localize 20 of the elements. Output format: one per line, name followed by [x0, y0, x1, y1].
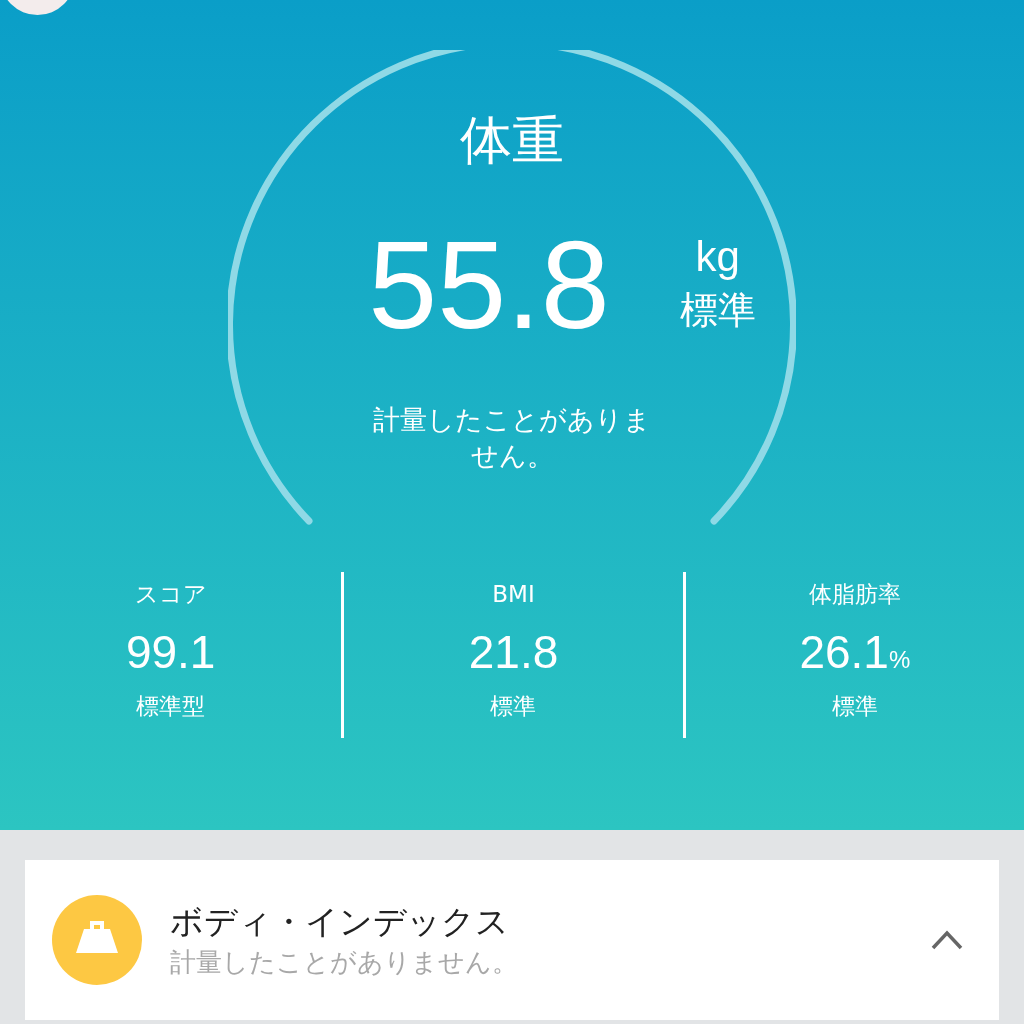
- stat-value: 26.1: [799, 625, 889, 680]
- weight-icon: [52, 895, 142, 985]
- stat-label: スコア: [134, 580, 207, 609]
- weight-status: 標準: [679, 287, 756, 334]
- stat-label: 体脂肪率: [808, 580, 901, 609]
- weight-message: 計量したことがありません。: [372, 403, 652, 473]
- weight-title: 体重: [460, 109, 564, 172]
- chevron-icon[interactable]: [930, 929, 964, 951]
- stat-value: 21.8: [468, 625, 559, 680]
- card-title: ボディ・インデックス: [170, 901, 510, 943]
- weight-value: 55.8: [368, 220, 610, 350]
- stat-unit: %: [888, 645, 911, 675]
- weight-unit: kg: [695, 232, 740, 282]
- stat-status: 標準: [831, 692, 878, 721]
- stat-status: 標準: [490, 692, 537, 721]
- body-index-card[interactable]: ボディ・インデックス 計量したことがありません。: [25, 860, 999, 1020]
- stat-status: 標準型: [136, 692, 206, 721]
- stat-label: BMI: [492, 580, 535, 609]
- stat-value: 99.1: [125, 625, 216, 680]
- card-subtitle: 計量したことがありません。: [170, 946, 519, 979]
